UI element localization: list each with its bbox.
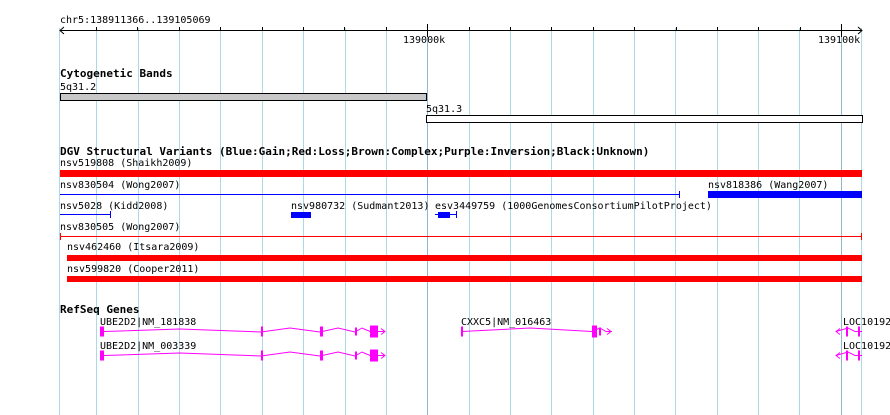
track-title-cytogenetic-bands[interactable]: Cytogenetic Bands	[60, 68, 173, 80]
dgv-feature-bar	[708, 191, 862, 198]
cytoband-bar	[426, 115, 863, 123]
gene-intron-line	[461, 327, 612, 333]
dgv-feature-label[interactable]: esv3449759 (1000GenomesConsortiumPilotPr…	[435, 201, 712, 212]
gene-exon	[370, 349, 378, 362]
gene-label[interactable]: LOC10192	[843, 317, 890, 328]
dgv-feature-label[interactable]: nsv830505 (Wong2007)	[60, 222, 180, 233]
cytoband-bar	[60, 93, 427, 101]
gene-exon	[261, 326, 263, 337]
gene-exon	[858, 326, 860, 337]
gene-exon	[846, 350, 848, 361]
gene-strand-arrow	[835, 328, 841, 335]
cytoband-label[interactable]: 5q31.3	[426, 104, 462, 115]
gene-exon	[858, 350, 860, 361]
gene-intron-line	[103, 327, 384, 333]
gene-exon	[592, 325, 597, 338]
gene-exon	[320, 326, 323, 337]
region-label: chr5:138911366..139105069	[60, 15, 211, 26]
gene-label[interactable]: UBE2D2|NM_003339	[100, 341, 196, 352]
track-title-dgv[interactable]: DGV Structural Variants (Blue:Gain;Red:L…	[60, 146, 649, 158]
gene-exon	[100, 326, 104, 337]
gene-exon	[370, 325, 378, 338]
gene-label[interactable]: CXXC5|NM_016463	[461, 317, 551, 328]
gene-exon	[320, 350, 323, 361]
gene-exon	[261, 350, 263, 361]
gene-exon	[355, 327, 357, 336]
ruler-tick-label: 139100k	[818, 35, 861, 46]
dgv-feature-bar	[67, 276, 862, 282]
gene-exon	[100, 350, 104, 361]
dgv-feature-label[interactable]: nsv818386 (Wang2007)	[708, 180, 828, 191]
dgv-feature-label[interactable]: nsv519808 (Shaikh2009)	[60, 158, 192, 169]
gene-exon	[461, 326, 463, 337]
dgv-feature-label[interactable]: nsv462460 (Itsara2009)	[67, 242, 199, 253]
cytoband-label[interactable]: 5q31.2	[60, 82, 96, 93]
gene-exon	[355, 351, 357, 360]
track-title-refseq-genes[interactable]: RefSeq Genes	[60, 304, 139, 316]
dgv-feature-label[interactable]: nsv599820 (Cooper2011)	[67, 264, 199, 275]
dgv-feature-label[interactable]: nsv5028 (Kidd2008)	[60, 201, 168, 212]
gene-exon	[599, 327, 601, 336]
dgv-feature-bar	[291, 212, 311, 218]
dgv-feature-label[interactable]: nsv830504 (Wong2007)	[60, 180, 180, 191]
dgv-feature-bar	[60, 170, 862, 177]
gene-label[interactable]: LOC10192	[843, 341, 890, 352]
ruler-tick-label: 139000k	[403, 35, 446, 46]
dgv-feature-bar	[67, 255, 862, 261]
gene-strand-arrow	[835, 352, 841, 359]
gene-intron-line	[103, 351, 384, 357]
dgv-feature-label[interactable]: nsv980732 (Sudmant2013)	[291, 201, 429, 212]
genome-browser-panel: chr5:138911366..139105069 139000k 139100…	[0, 0, 890, 415]
gene-label[interactable]: UBE2D2|NM_181838	[100, 317, 196, 328]
gene-exon	[846, 326, 848, 337]
